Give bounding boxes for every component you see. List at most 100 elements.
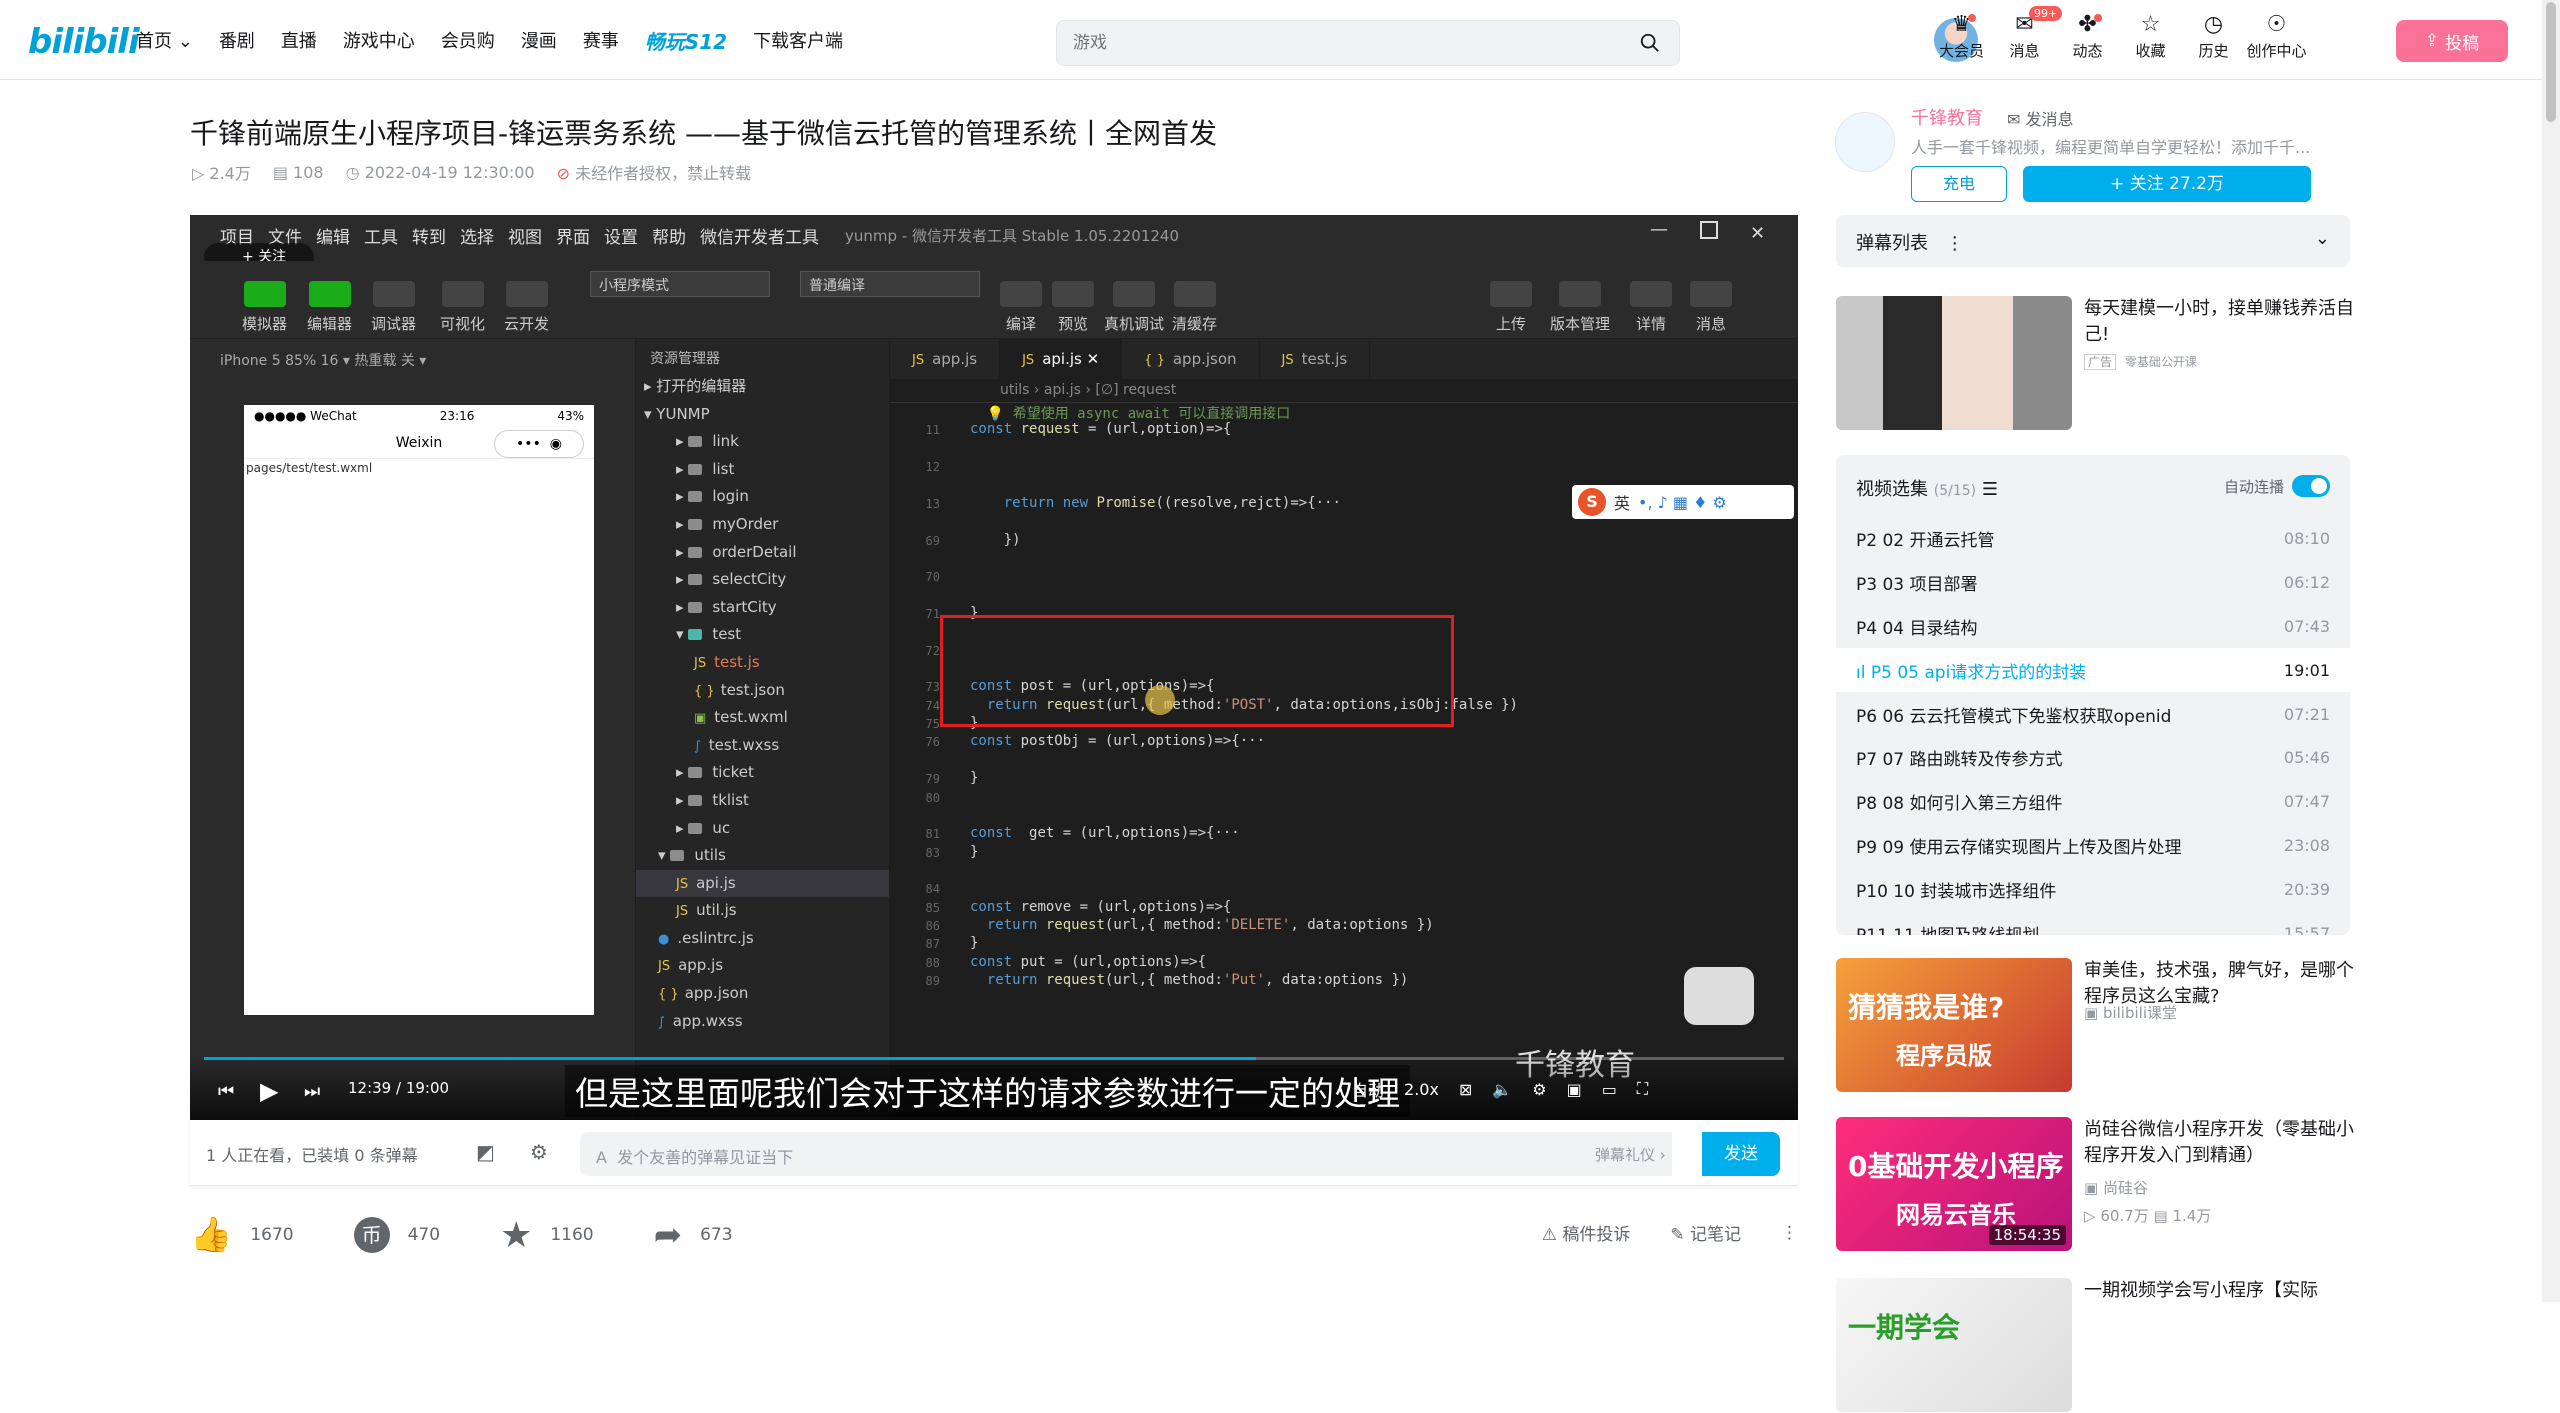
danmaku-input[interactable]: A 发个友善的弹幕见证当下 [580, 1132, 1672, 1176]
danmaku-list-header[interactable]: 弹幕列表 ⋮ ⌄ [1836, 215, 2350, 267]
message-link[interactable]: ✉ 发消息 [2007, 106, 2074, 130]
ad-card[interactable]: 每天建模一小时，接单赚钱养活自己! 广告 零基础公开课 [1836, 296, 2354, 431]
ad-title[interactable]: 每天建模一小时，接单赚钱养活自己! [2084, 296, 2354, 348]
compile-select[interactable]: 普通编译 [800, 271, 980, 297]
nav-item[interactable]: 赛事 [583, 27, 619, 53]
recommend-card[interactable]: 0基础开发小程序 网易云音乐 18:54:35 尚硅谷微信小程序开发（零基础小程序开发… [1836, 1117, 2354, 1252]
ide-toolbar: 模拟器 编辑器 调试器 可视化 云开发 编译 预览 真机调试 清缓存 上传 版本管理 详情 消息 [190, 261, 1798, 339]
search-icon[interactable] [1639, 32, 1661, 54]
recommend-author[interactable]: ▣ bilibili课堂 [2084, 1002, 2177, 1023]
playlist-item[interactable]: P3 03 项目部署 06:12 [1836, 561, 2350, 605]
follow-button[interactable]: + 关注 27.2万 [2023, 166, 2311, 202]
widescreen-icon[interactable]: ▭ [1602, 1080, 1617, 1099]
video-player[interactable]: 项目 文件 编辑 工具 转到 选择 视图 界面 设置 帮助 微信开发者工具 yunmp - 微信开发… [190, 215, 1798, 1120]
nav-item[interactable]: 直播 [281, 27, 317, 53]
ad-thumbnail[interactable] [1836, 296, 2072, 430]
fullscreen-icon[interactable]: ⛶ [1637, 1079, 1648, 1099]
charge-button[interactable]: 充电 [1911, 166, 2007, 202]
recommend-title[interactable]: 尚硅谷微信小程序开发（零基础小程序开发入门到精通） [2084, 1117, 2354, 1169]
mode-select[interactable]: 小程序模式 [590, 271, 770, 297]
nav-item[interactable]: 首页 ⌄ [136, 27, 193, 53]
header-bulb[interactable]: ☉ 创作中心 [2245, 10, 2308, 61]
nav-item[interactable]: 番剧 [219, 27, 255, 53]
uploader-name[interactable]: 千锋教育 [1911, 104, 1983, 130]
more-icon[interactable]: ⋮ [1781, 1223, 1798, 1243]
header-mail[interactable]: ✉ 消息 99+ [1993, 6, 2063, 61]
play-icon[interactable]: ▶ [260, 1077, 278, 1105]
bilibili-logo[interactable]: bilibili [28, 22, 140, 62]
favorite-button[interactable]: ★ 1160 [500, 1215, 594, 1256]
code-line: const remove = (url,options)=>{ [970, 898, 1232, 915]
playlist-item[interactable]: P9 09 使用云存储实现图片上传及图片处理 23:08 [1836, 824, 2350, 868]
next-icon[interactable]: ⏭ [304, 1081, 320, 1102]
volume-icon[interactable]: 🔈 [1492, 1080, 1512, 1099]
playlist-item[interactable]: P2 02 开通云托管 08:10 [1836, 517, 2350, 561]
tab-file-icon: JS [912, 353, 925, 368]
scrollbar-thumb[interactable] [2546, 2, 2556, 122]
nav-item[interactable]: 下载客户端 [753, 27, 843, 53]
recommend-title[interactable]: 一期视频学会写小程序【实际 [2084, 1278, 2354, 1304]
recommend-thumbnail[interactable]: 猜猜我是谁? 程序员版 [1836, 958, 2072, 1092]
danmaku-list-more-icon[interactable]: ⋮ [1946, 233, 1964, 254]
settings-icon[interactable]: ⚙ [1532, 1080, 1546, 1099]
send-button[interactable]: 发送 [1702, 1132, 1780, 1176]
playlist-item[interactable]: ıl P5 05 api请求方式的的封装 19:01 [1836, 648, 2350, 693]
header-star[interactable]: ☆ 收藏 [2119, 10, 2182, 61]
nav-item[interactable]: 漫画 [521, 27, 557, 53]
header-wind[interactable]: ✤ 动态 [2056, 10, 2119, 61]
uploader-avatar[interactable] [1835, 112, 1895, 172]
editor-tab[interactable]: { } app.json [1122, 339, 1260, 379]
playlist-item[interactable]: P4 04 目录结构 07:43 [1836, 605, 2350, 649]
notes-button[interactable]: ✎ 记笔记 [1670, 1220, 1741, 1245]
list-icon[interactable]: ☰ [1982, 479, 1998, 500]
speed-button[interactable]: 2.0x [1404, 1080, 1439, 1099]
nav-item[interactable]: 游戏中心 [343, 27, 415, 53]
danmaku-switch-icon[interactable]: ◩ [476, 1140, 495, 1164]
playlist-item[interactable]: P10 10 封装城市选择组件 20:39 [1836, 867, 2350, 911]
recommend-thumbnail[interactable]: 0基础开发小程序 网易云音乐 18:54:35 [1836, 1117, 2072, 1251]
autoplay-toggle[interactable]: 自动连播 [2224, 475, 2330, 497]
text-style-icon[interactable]: A [596, 1148, 607, 1167]
report-button[interactable]: ⚠ 稿件投诉 [1542, 1220, 1631, 1245]
toggle-switch[interactable] [2292, 475, 2330, 497]
js-file-icon: JS [676, 876, 689, 892]
playlist-item[interactable]: P8 08 如何引入第三方组件 07:47 [1836, 780, 2350, 824]
danmaku-etiquette-link[interactable]: 弹幕礼仪 › [1595, 1144, 1666, 1165]
tree-arrow-icon: ▾ [658, 846, 671, 865]
tree-arrow-icon: ▸ [676, 459, 689, 478]
nav-item[interactable]: 会员购 [441, 27, 495, 53]
tool-icon [1559, 281, 1601, 307]
header-crown[interactable]: ♛ 大会员 [1930, 10, 1993, 61]
editor-tab[interactable]: JS test.js [1260, 339, 1371, 379]
like-button[interactable]: 👍 1670 [190, 1215, 294, 1255]
share-button[interactable]: ➦ 673 [654, 1215, 733, 1255]
coin-button[interactable]: 币 470 [353, 1217, 440, 1253]
nav-item[interactable]: 畅玩S12 [645, 26, 727, 55]
ide-tool-right-1: 版本管理 [1550, 281, 1610, 334]
pip-icon[interactable]: ▣ [1567, 1080, 1582, 1099]
editor-tab[interactable]: JS api.js ✕ [1000, 339, 1123, 379]
code-line: } [970, 935, 979, 952]
editor-tab[interactable]: JS app.js [890, 339, 1001, 379]
playlist-item[interactable]: P7 07 路由跳转及传参方式 05:46 [1836, 736, 2350, 780]
recommend-card[interactable]: 一期学会 一期视频学会写小程序【实际 [1836, 1278, 2350, 1413]
playlist-item[interactable]: P6 06 云云托管模式下免鉴权获取openid 07:21 [1836, 692, 2350, 736]
search-input[interactable] [1073, 21, 1613, 65]
prev-icon[interactable]: ⏮ [218, 1081, 234, 1102]
progress-bar[interactable] [204, 1057, 1784, 1060]
danmaku-settings-icon[interactable]: ⚙ [530, 1140, 548, 1164]
header-clock[interactable]: ◷ 历史 [2182, 10, 2245, 61]
recommend-card[interactable]: 猜猜我是谁? 程序员版 审美佳，技术强，脾气好，是哪个程序员这么宝藏? ▣ bilib… [1836, 958, 2354, 1093]
playlist-item[interactable]: P11 11 地图及路线规划 15:57 [1836, 911, 2350, 935]
chevron-down-icon[interactable]: ⌄ [2315, 228, 2330, 249]
quality-button[interactable]: 自动 [1352, 1077, 1384, 1101]
recommend-thumbnail[interactable]: 一期学会 [1836, 1278, 2072, 1412]
code-line: return new Promise((resolve,rejct)=>{··· [1003, 494, 1341, 511]
recommend-author[interactable]: ▣ 尚硅谷 [2084, 1177, 2148, 1198]
danmaku-toggle-icon[interactable]: ⊠ [1459, 1080, 1472, 1099]
ide-menu-item: 选择 [460, 228, 494, 248]
close-icon[interactable]: ✕ [1082, 350, 1100, 368]
page-scrollbar[interactable] [2542, 0, 2560, 1302]
top-header: bilibili 首页 ⌄ 番剧直播游戏中心会员购漫画赛事畅玩S12 下载客户端 ♛… [0, 0, 2560, 80]
upload-button[interactable]: ⇪ 投稿 [2396, 20, 2508, 62]
